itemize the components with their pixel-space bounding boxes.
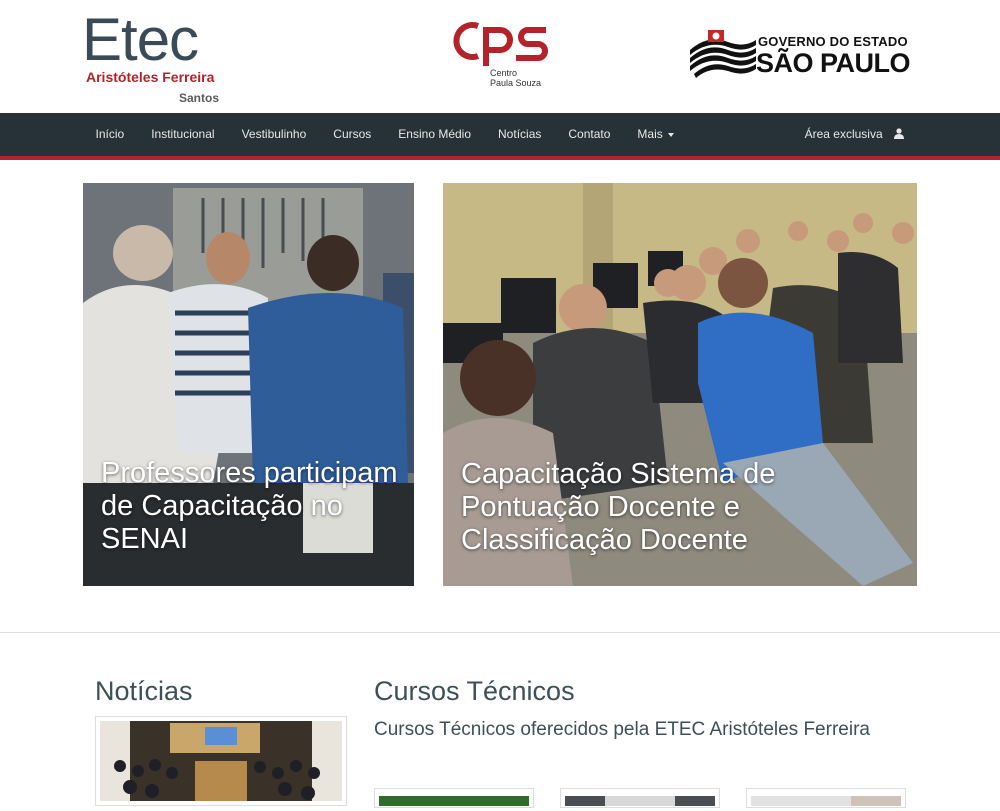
hero-card-senai[interactable]: Professores participam de Capacitação no… xyxy=(83,183,414,586)
hero-card-title: Capacitação Sistema de Pontuação Docente… xyxy=(461,458,776,556)
cps-logo-mark xyxy=(453,22,548,66)
courses-section-heading: Cursos Técnicos xyxy=(374,676,575,706)
etec-logo-school-name: Aristóteles Ferreira xyxy=(86,69,215,85)
cps-logo-caption: Centro Paula Souza xyxy=(490,68,541,88)
course-card-image xyxy=(565,796,715,806)
site-header: Etec Aristóteles Ferreira Santos Centro … xyxy=(0,0,1000,113)
course-card-image xyxy=(751,796,901,806)
nav-item-institucional[interactable]: Institucional xyxy=(138,113,228,156)
etec-logo-word: Etec xyxy=(82,6,199,73)
news-photo-auditorium xyxy=(100,721,342,801)
course-card-image xyxy=(379,796,529,806)
etec-logo[interactable]: Etec Aristóteles Ferreira Santos xyxy=(82,10,222,106)
courses-section-subtitle: Cursos Técnicos oferecidos pela ETEC Ari… xyxy=(374,719,870,740)
course-card[interactable] xyxy=(746,788,906,808)
nav-item-noticias[interactable]: Notícias xyxy=(485,113,555,156)
sp-logo-line1: GOVERNO DO ESTADO xyxy=(758,34,908,49)
cps-caption-line2: Paula Souza xyxy=(490,78,542,88)
nav-item-ensino-medio[interactable]: Ensino Médio xyxy=(385,113,485,156)
nav-item-mais-label: Mais xyxy=(637,127,663,141)
news-section-heading: Notícias xyxy=(95,676,193,706)
hero-card-title: Professores participam de Capacitação no… xyxy=(101,457,398,555)
news-item-thumbnail[interactable] xyxy=(95,716,347,806)
cps-caption-line1: Centro xyxy=(490,68,518,78)
sp-logo-line2: SÃO PAULO xyxy=(756,48,911,78)
nav-item-vestibulinho[interactable]: Vestibulinho xyxy=(228,113,320,156)
cps-logo[interactable]: Centro Paula Souza xyxy=(448,20,552,90)
sao-paulo-flag-icon xyxy=(690,30,756,78)
nav-item-cursos[interactable]: Cursos xyxy=(320,113,385,156)
course-card[interactable] xyxy=(374,788,534,808)
sao-paulo-government-logo[interactable]: GOVERNO DO ESTADO SÃO PAULO xyxy=(688,28,918,80)
user-icon xyxy=(894,128,904,139)
course-card[interactable] xyxy=(560,788,720,808)
main-navbar: Início Institucional Vestibulinho Cursos… xyxy=(0,113,1000,156)
caret-down-icon xyxy=(667,132,674,137)
section-divider xyxy=(0,632,1000,633)
navbar-accent-stripe xyxy=(0,156,1000,160)
etec-logo-city: Santos xyxy=(178,91,219,105)
nav-item-inicio[interactable]: Início xyxy=(82,113,138,156)
nav-item-contato[interactable]: Contato xyxy=(555,113,624,156)
area-exclusiva-link[interactable]: Área exclusiva xyxy=(805,113,904,156)
hero-card-capacitacao[interactable]: Capacitação Sistema de Pontuação Docente… xyxy=(443,183,917,586)
area-exclusiva-label: Área exclusiva xyxy=(804,127,883,141)
nav-item-mais[interactable]: Mais xyxy=(624,113,687,156)
nav-menu: Início Institucional Vestibulinho Cursos… xyxy=(82,113,687,156)
